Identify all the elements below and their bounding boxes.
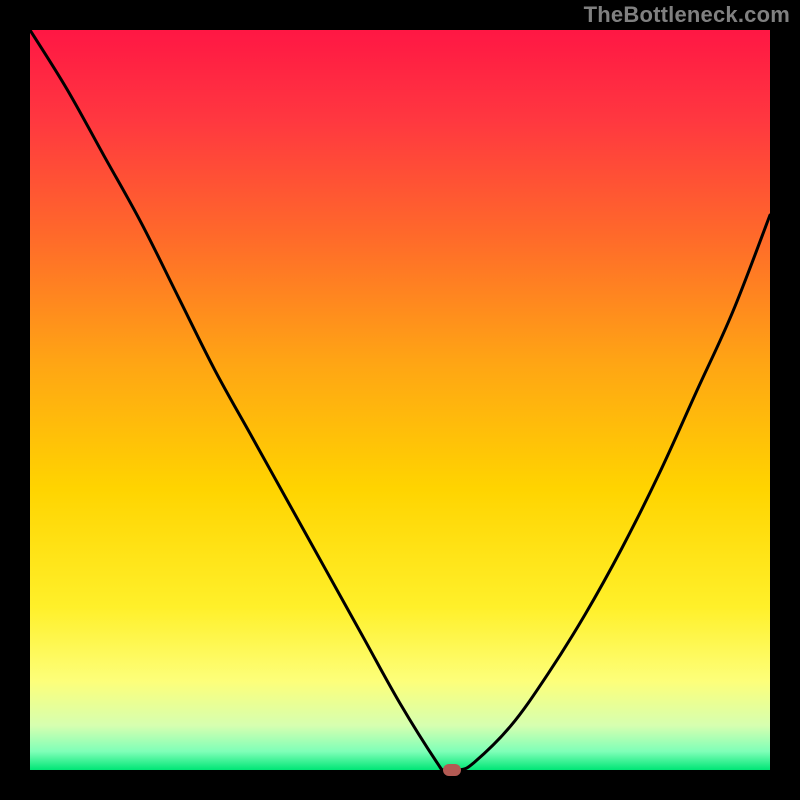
chart-frame: TheBottleneck.com bbox=[0, 0, 800, 800]
gradient-plot-area bbox=[30, 30, 770, 770]
gradient-fill bbox=[30, 30, 770, 770]
watermark-text: TheBottleneck.com bbox=[584, 2, 790, 28]
